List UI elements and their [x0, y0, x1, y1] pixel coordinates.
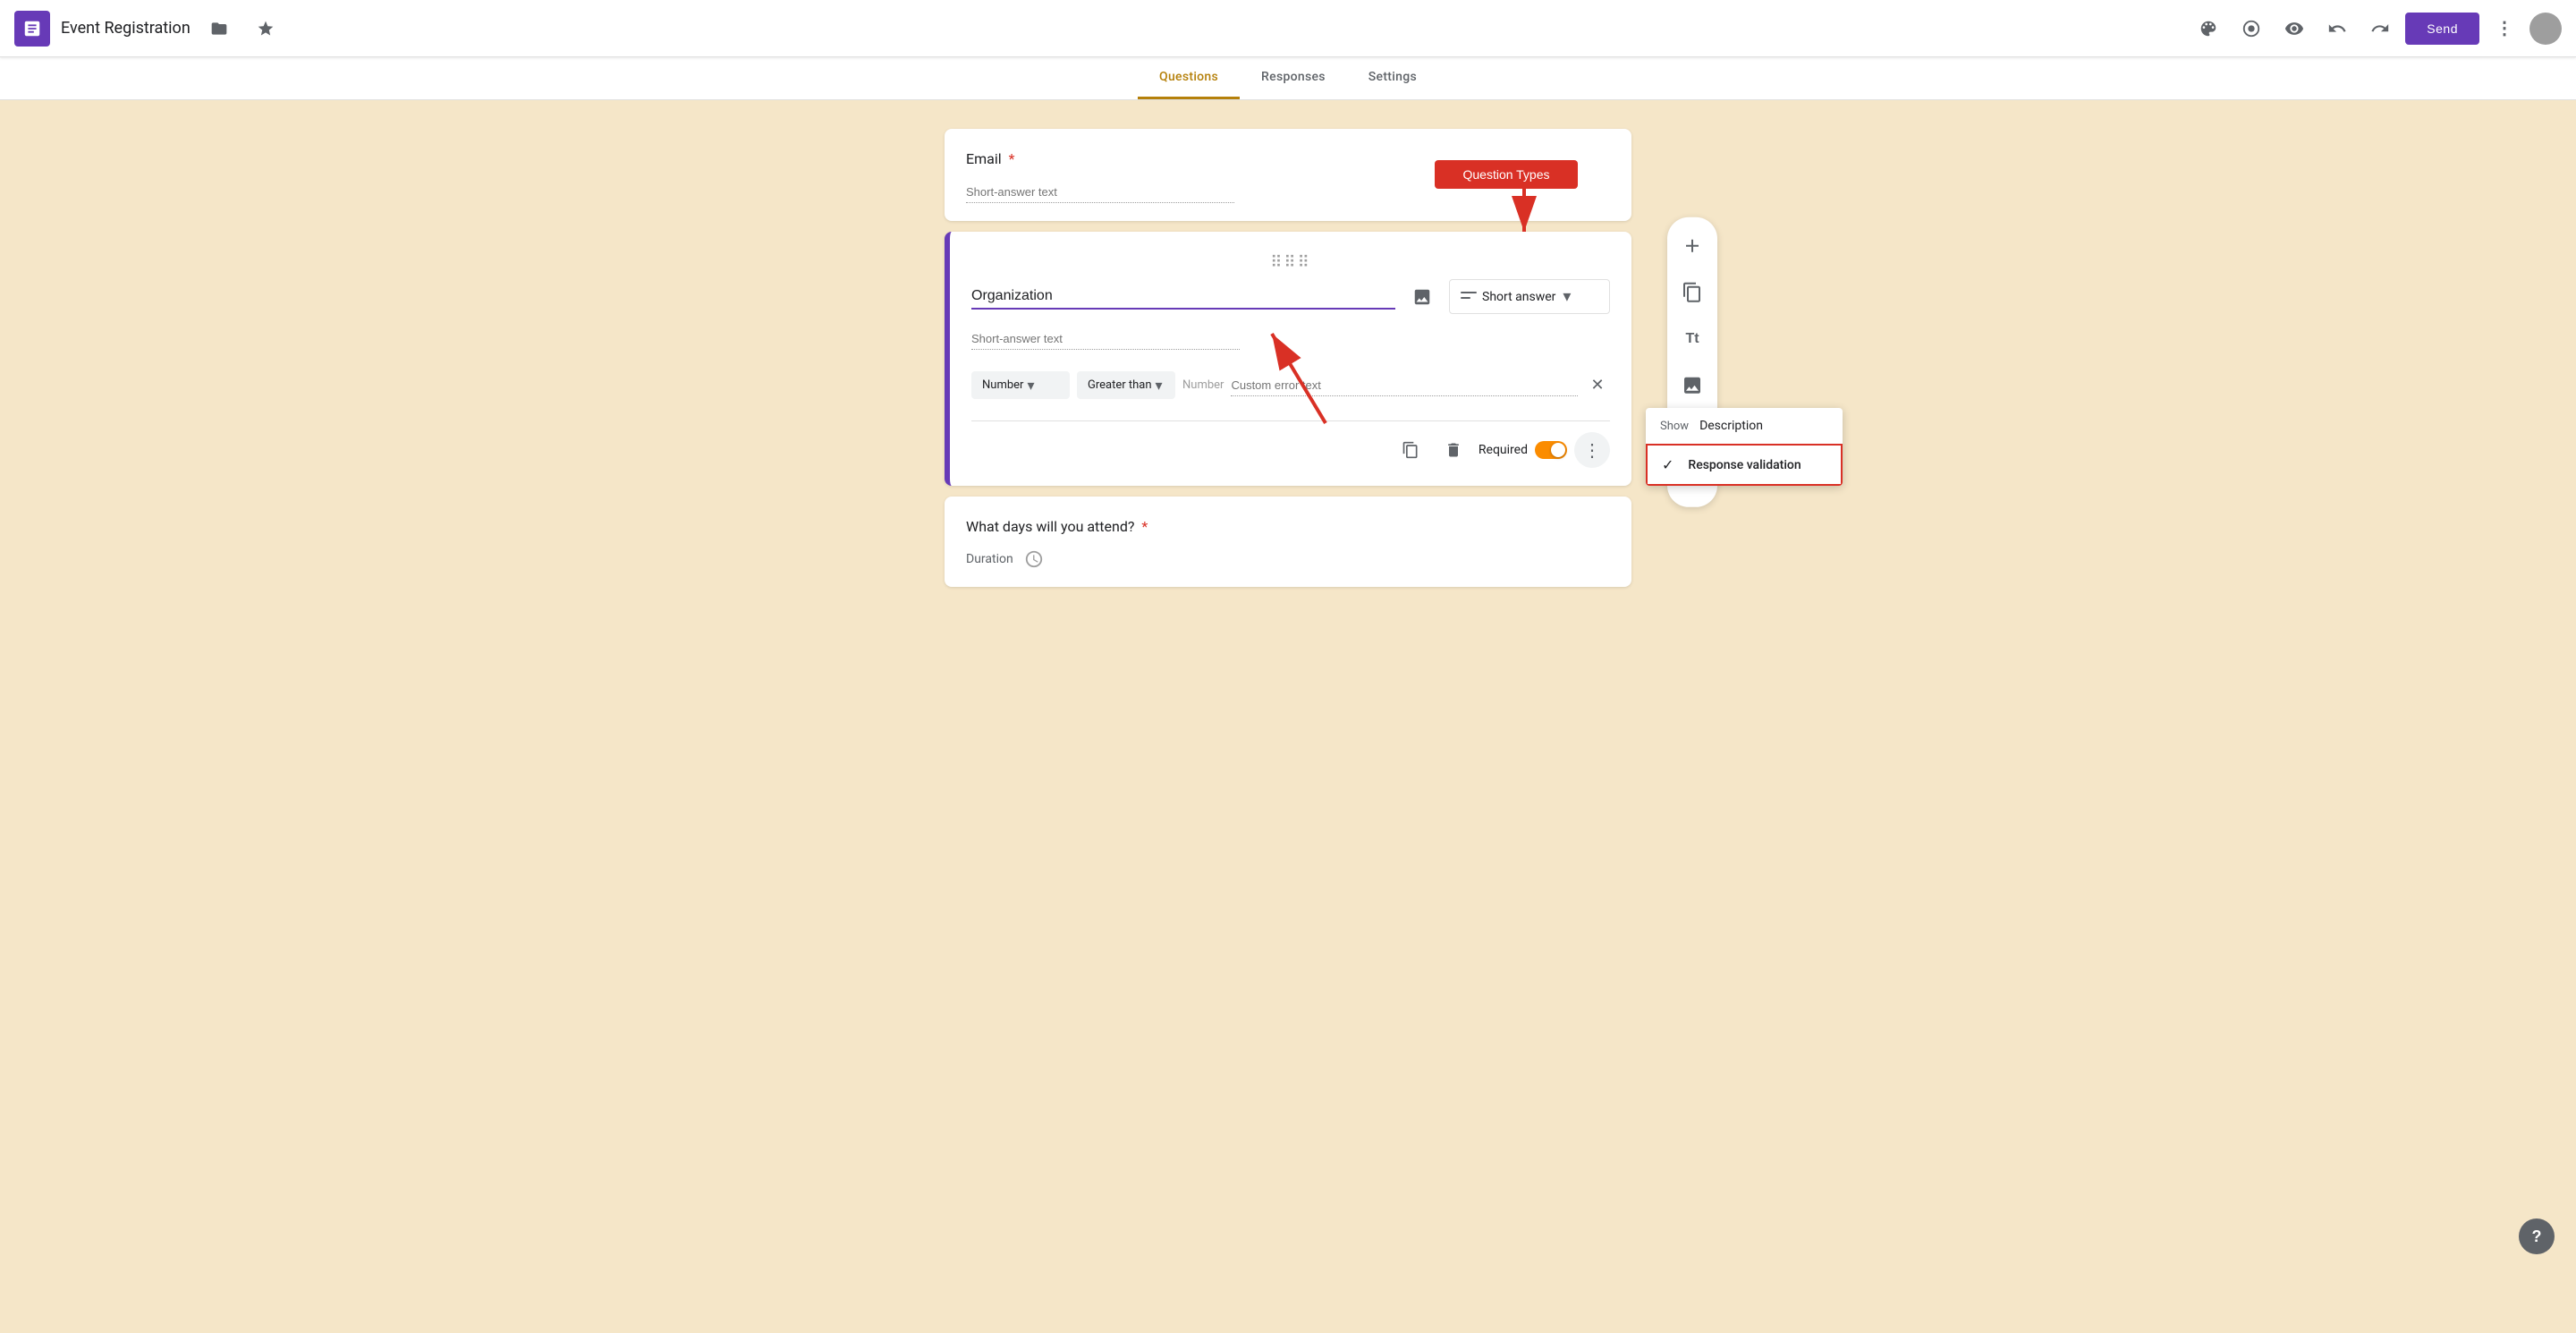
validation-type-dropdown[interactable]: Number ▾: [971, 371, 1070, 399]
condition-arrow-icon: ▾: [1156, 377, 1163, 394]
checkmark-icon: ✓: [1662, 456, 1674, 473]
import-questions-btn[interactable]: [1671, 271, 1714, 314]
title-icon: Tt: [1685, 331, 1699, 347]
validation-row: Number ▾ Greater than ▾ Number ✕: [971, 364, 1610, 406]
nav-right: Send ⋮: [2190, 11, 2562, 47]
add-question-btn[interactable]: [1671, 225, 1714, 267]
tab-settings[interactable]: Settings: [1347, 57, 1438, 99]
avatar[interactable]: [2529, 13, 2562, 45]
duration-row: Duration: [966, 549, 1610, 569]
validation-value-label: Number: [1182, 378, 1224, 392]
required-label: Required: [1479, 443, 1528, 457]
description-label: Show: [1660, 420, 1689, 433]
question-type-dropdown[interactable]: Short answer ▾: [1449, 279, 1610, 314]
response-validation-label: Response validation: [1688, 458, 1801, 472]
palette-icon: [2241, 19, 2261, 38]
add-title-btn[interactable]: Tt: [1671, 318, 1714, 361]
send-button[interactable]: Send: [2405, 13, 2479, 45]
folder-icon: [210, 20, 228, 38]
description-text: Description: [1699, 419, 1763, 433]
preview-icon-btn[interactable]: [2276, 11, 2312, 47]
more-options-btn[interactable]: ⋮: [1574, 432, 1610, 468]
days-card: What days will you attend? * Duration: [945, 497, 1631, 587]
custom-error-input[interactable]: [1231, 375, 1578, 396]
palette-icon-btn[interactable]: [2233, 11, 2269, 47]
preview-icon: [2284, 19, 2304, 38]
card-top-row: Short answer ▾: [971, 279, 1610, 314]
star-icon: [257, 20, 275, 38]
delete-question-btn[interactable]: [1436, 432, 1471, 468]
card-bottom: Required ⋮ Show Description ✓ Response v…: [971, 420, 1610, 468]
days-label: What days will you attend? *: [966, 518, 1610, 535]
undo-icon: [2327, 19, 2347, 38]
customize-icon: [2199, 19, 2218, 38]
customize-icon-btn[interactable]: [2190, 11, 2226, 47]
response-validation-item[interactable]: ✓ Response validation: [1646, 444, 1843, 486]
copy-icon: [1402, 441, 1419, 459]
required-star: *: [1009, 150, 1015, 167]
form-container: Email * ⠿⠿⠿: [945, 129, 1631, 587]
add-icon: [1682, 235, 1703, 257]
add-image-btn[interactable]: [1671, 364, 1714, 407]
organization-card: ⠿⠿⠿ Short answer: [945, 232, 1631, 486]
duration-label: Duration: [966, 552, 1013, 566]
show-description-item[interactable]: Show Description: [1646, 408, 1843, 444]
redo-icon: [2370, 19, 2390, 38]
context-menu: Show Description ✓ Response validation: [1646, 408, 1843, 486]
delete-icon: [1445, 441, 1462, 459]
tab-bar: Questions Responses Settings: [0, 57, 2576, 100]
undo-icon-btn[interactable]: [2319, 11, 2355, 47]
add-image-to-question-btn[interactable]: [1406, 281, 1438, 313]
email-answer-input[interactable]: [966, 182, 1234, 203]
required-toggle[interactable]: [1535, 441, 1567, 459]
import-icon: [1682, 282, 1703, 303]
validation-condition-dropdown[interactable]: Greater than ▾: [1077, 371, 1175, 399]
tab-questions[interactable]: Questions: [1138, 57, 1240, 99]
email-card: Email *: [945, 129, 1631, 221]
more-menu-btn[interactable]: ⋮: [2487, 11, 2522, 47]
star-icon-btn[interactable]: [248, 11, 284, 47]
main-content: Email * ⠿⠿⠿: [0, 100, 2576, 608]
folder-icon-btn[interactable]: [201, 11, 237, 47]
dropdown-chevron-icon: ▾: [1563, 287, 1571, 306]
org-answer-input[interactable]: [971, 328, 1240, 350]
forms-app-icon: [14, 11, 50, 47]
days-required-star: *: [1141, 518, 1148, 535]
image-icon: [1412, 287, 1432, 307]
email-label: Email *: [966, 150, 1610, 167]
forms-icon: [22, 19, 42, 38]
drag-handle: ⠿⠿⠿: [971, 253, 1610, 272]
clock-icon: [1024, 549, 1044, 569]
dropdown-arrow-icon: ▾: [1027, 377, 1034, 394]
organization-question-input[interactable]: [971, 284, 1395, 310]
help-button[interactable]: ?: [2519, 1218, 2555, 1254]
app-title: Event Registration: [61, 19, 191, 38]
top-nav: Event Registration: [0, 0, 2576, 57]
short-answer-type-icon: [1461, 291, 1477, 303]
nav-left: Event Registration: [14, 11, 2190, 47]
image-add-icon: [1682, 375, 1703, 396]
remove-validation-btn[interactable]: ✕: [1585, 373, 1610, 398]
copy-question-btn[interactable]: [1393, 432, 1428, 468]
redo-icon-btn[interactable]: [2362, 11, 2398, 47]
type-dropdown-content: Short answer: [1461, 290, 1555, 304]
tab-responses[interactable]: Responses: [1240, 57, 1347, 99]
